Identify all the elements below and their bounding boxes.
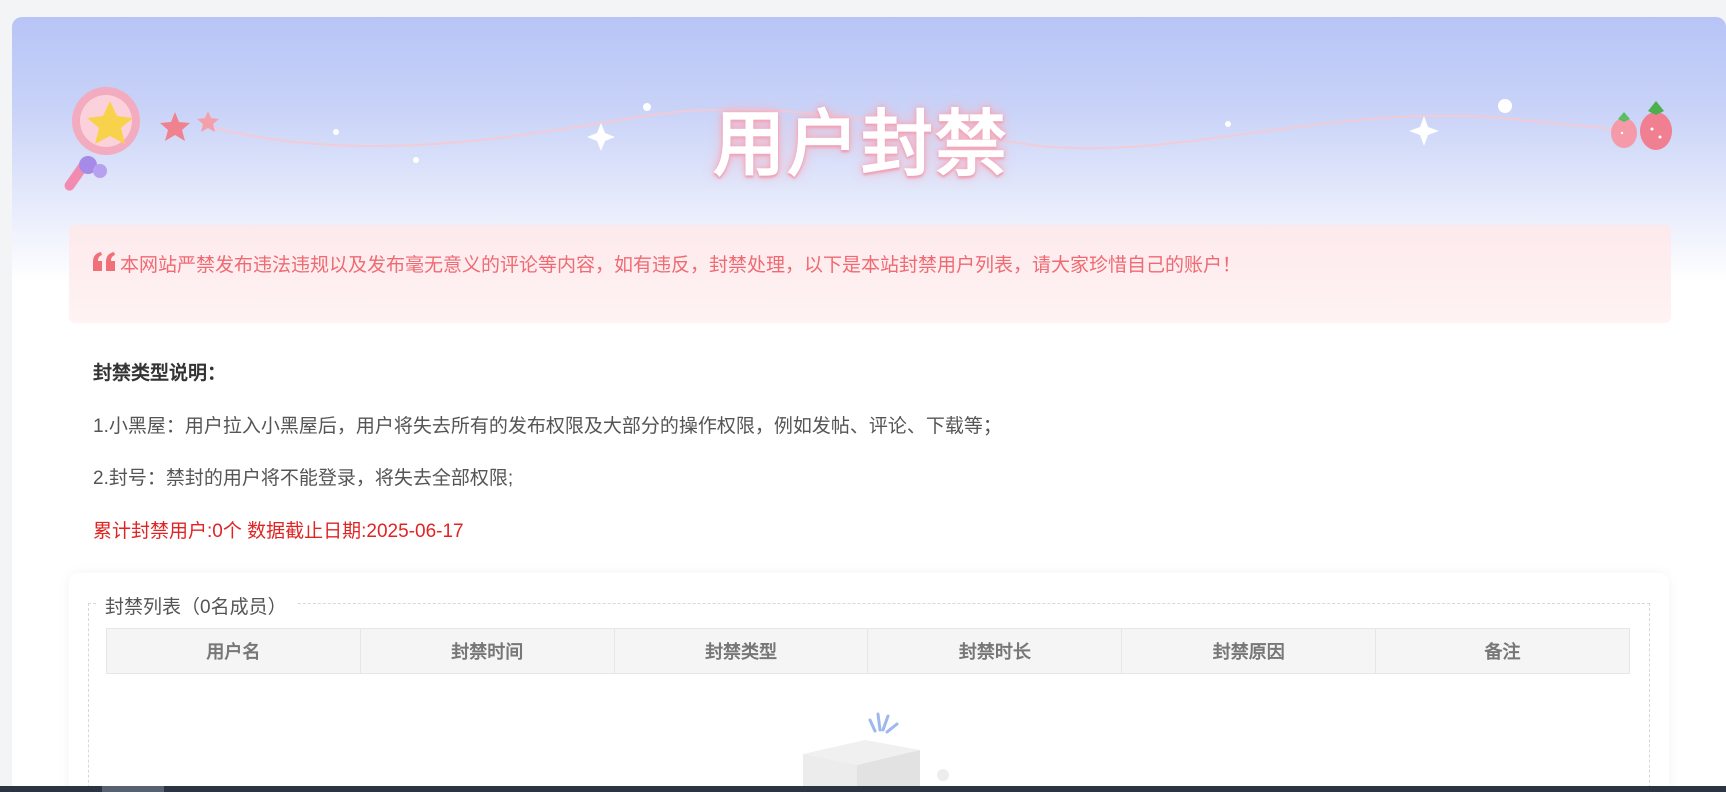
page-title: 用户封禁 <box>12 85 1726 190</box>
page-title-text: 用户封禁 <box>712 105 1009 185</box>
ban-type-blackroom: 1.小黑屋：用户拉入小黑屋后，用户将失去所有的发布权限及大部分的操作权限，例如发… <box>93 416 1002 437</box>
ban-list-legend: 封禁列表（0名成员） <box>97 592 297 619</box>
column-header-ban-reason[interactable]: 封禁原因 <box>1122 629 1377 673</box>
ban-stats: 累计封禁用户:0个 数据截止日期:2025-06-17 <box>93 521 464 542</box>
column-header-ban-type[interactable]: 封禁类型 <box>615 629 869 673</box>
column-header-ban-duration[interactable]: 封禁时长 <box>868 629 1123 673</box>
horizontal-scrollbar[interactable] <box>0 786 1726 792</box>
notice-text: 本网站严禁发布违法违规以及发布毫无意义的评论等内容，如有违反，封禁处理，以下是本… <box>120 255 1242 276</box>
quote-icon <box>93 252 115 271</box>
ban-type-heading: 封禁类型说明： <box>93 363 227 384</box>
column-header-username[interactable]: 用户名 <box>107 629 361 673</box>
ban-table-header: 用户名 封禁时间 封禁类型 封禁时长 封禁原因 备注 <box>106 628 1630 674</box>
column-header-remark[interactable]: 备注 <box>1376 629 1629 673</box>
empty-box-icon <box>803 712 949 792</box>
column-header-ban-time[interactable]: 封禁时间 <box>361 629 615 673</box>
scrollbar-thumb[interactable] <box>102 786 164 792</box>
ban-type-account: 2.封号：禁封的用户将不能登录，将失去全部权限; <box>93 468 514 489</box>
